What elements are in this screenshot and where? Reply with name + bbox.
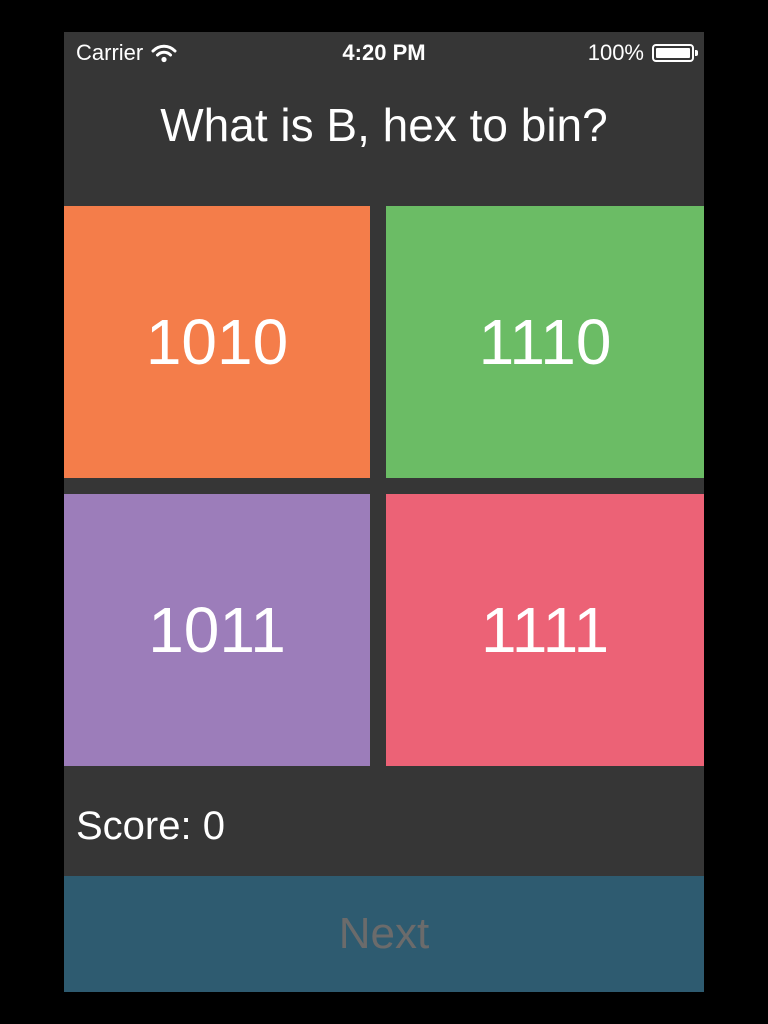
status-bar: Carrier 4:20 PM 100% [64, 32, 704, 72]
answer-label: 1011 [148, 594, 286, 666]
battery-tip [695, 50, 698, 56]
answer-label: 1111 [480, 594, 610, 666]
next-button[interactable]: Next [64, 876, 704, 992]
answer-label: 1110 [478, 306, 612, 378]
answer-button-1[interactable]: 1010 [64, 206, 370, 478]
score-label: Score: 0 [76, 804, 225, 848]
question-title: What is B, hex to bin? [160, 99, 608, 151]
battery-percentage: 100% [587, 40, 644, 65]
status-right: 100% [587, 40, 698, 66]
battery-icon [652, 44, 698, 62]
app-screen: Carrier 4:20 PM 100% What is B, hex to b… [64, 32, 704, 992]
answer-label: 1010 [145, 306, 289, 378]
answer-button-2[interactable]: 1110 [386, 206, 704, 478]
battery-level [656, 48, 690, 58]
answer-button-4[interactable]: 1111 [386, 494, 704, 766]
answer-button-3[interactable]: 1011 [64, 494, 370, 766]
